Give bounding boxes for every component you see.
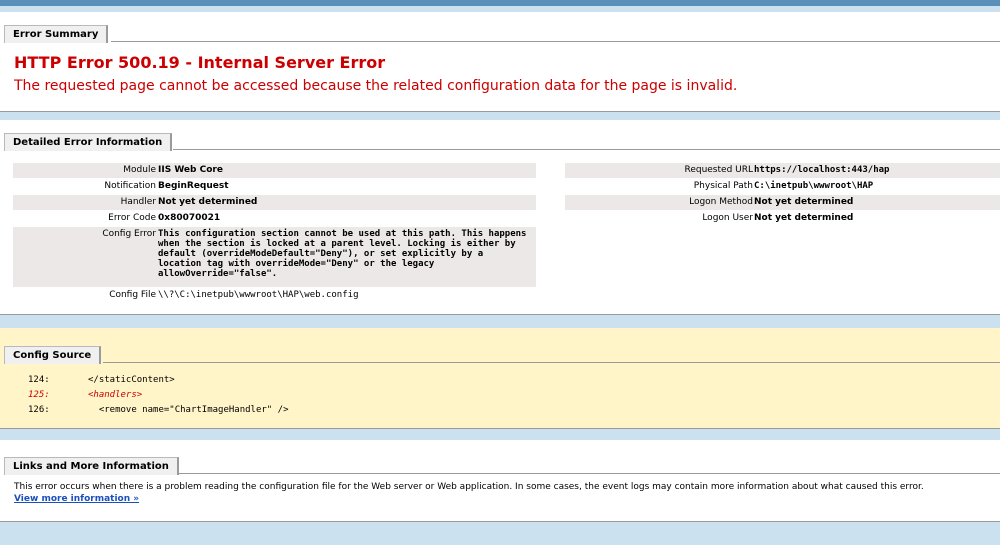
requested-url-label: Requested URL [684,165,753,175]
config-source-header: Config Source [4,346,102,364]
handler-row: Handler Not yet determined [13,195,536,210]
handler-label: Handler [120,197,156,207]
links-description: This error occurs when there is a proble… [14,482,924,492]
error-summary-header: Error Summary [4,25,109,43]
config-file-row: Config File \\?\C:\inetpub\wwwroot\HAP\w… [13,288,536,303]
notification-row: Notification BeginRequest [13,179,536,194]
handler-value: Not yet determined [158,197,258,207]
config-file-label: Config File [109,290,156,300]
error-code-value: 0x80070021 [158,213,221,223]
source-line-code-highlighted: <handlers> [88,390,143,400]
source-line-number-highlighted: 125: [28,390,50,400]
logon-user-value: Not yet determined [754,213,854,223]
logon-user-row: Logon User Not yet determined [565,211,1000,226]
config-error-row: Config Error This configuration section … [13,227,536,287]
view-more-information-link[interactable]: View more information » [14,494,139,504]
physical-path-label: Physical Path [693,181,753,191]
physical-path-row: Physical Path C:\inetpub\wwwroot\HAP [565,179,1000,194]
module-label: Module [123,165,156,175]
links-panel [0,440,1000,522]
config-error-value: This configuration section cannot be use… [158,229,527,279]
error-code-label: Error Code [108,213,156,223]
header-rule [103,362,1000,363]
source-line-number: 124: [28,375,50,385]
links-header: Links and More Information [4,457,179,475]
requested-url-row: Requested URL https://localhost:443/hap [565,163,1000,178]
module-value: IIS Web Core [158,165,223,175]
top-bar [0,0,1000,6]
physical-path-value: C:\inetpub\wwwroot\HAP [754,181,874,191]
panel-rule [0,314,1000,315]
error-message: The requested page cannot be accessed be… [14,78,738,94]
config-file-value: \\?\C:\inetpub\wwwroot\HAP\web.config [158,290,359,300]
header-rule [179,473,1000,474]
notification-value: BeginRequest [158,181,229,191]
panel-rule [0,111,1000,112]
source-line-code: </staticContent> [88,375,175,385]
notification-label: Notification [104,181,156,191]
error-title: HTTP Error 500.19 - Internal Server Erro… [14,53,386,72]
logon-user-label: Logon User [702,213,753,223]
source-line-number: 126: [28,405,50,415]
detailed-error-header: Detailed Error Information [4,133,173,151]
logon-method-row: Logon Method Not yet determined [565,195,1000,210]
config-error-label: Config Error [102,229,156,239]
module-row: Module IIS Web Core [13,163,536,178]
panel-rule [0,428,1000,429]
source-line-code: <remove name="ChartImageHandler" /> [88,405,289,415]
header-rule [173,149,1000,150]
panel-rule [0,521,1000,522]
logon-method-label: Logon Method [689,197,753,207]
requested-url-value: https://localhost:443/hap [754,165,890,175]
header-rule [111,41,1000,42]
error-code-row: Error Code 0x80070021 [13,211,536,226]
logon-method-value: Not yet determined [754,197,854,207]
